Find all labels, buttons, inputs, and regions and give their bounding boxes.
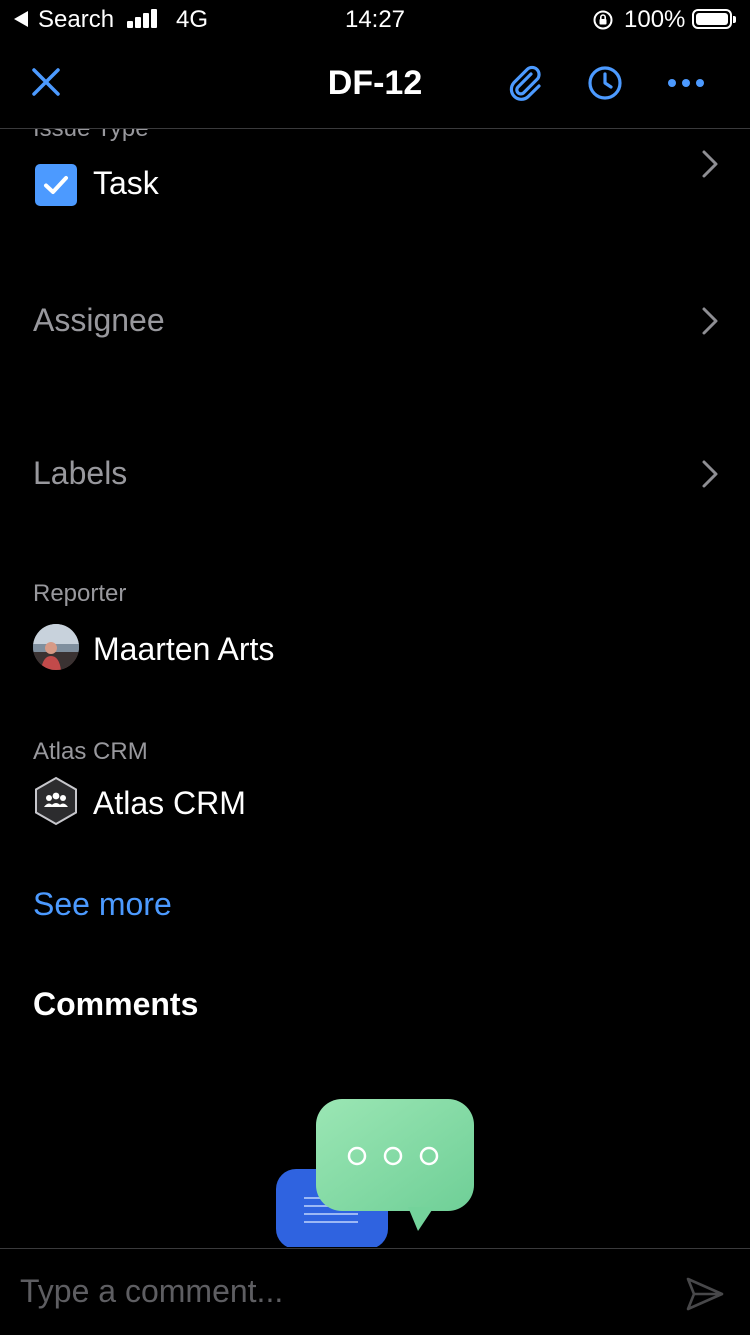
reporter-label: Reporter: [33, 580, 127, 607]
chevron-right-icon: [702, 150, 718, 178]
send-icon[interactable]: [684, 1273, 726, 1315]
battery-percentage: 100%: [624, 6, 686, 33]
issue-key-title: DF-12: [327, 64, 423, 102]
battery-icon: [692, 9, 736, 29]
project-hexagon-icon: [35, 776, 77, 826]
comments-heading: Comments: [33, 986, 199, 1022]
chevron-right-icon: [702, 460, 718, 488]
task-checkbox-icon: [35, 164, 77, 206]
paperclip-icon[interactable]: [504, 62, 546, 104]
chevron-right-icon: [702, 307, 718, 335]
project-name: Atlas CRM: [93, 785, 246, 821]
navigation-bar: DF-12: [0, 40, 750, 129]
labels-label: Labels: [33, 455, 128, 491]
status-bar: Search 4G 14:27 100%: [0, 0, 750, 40]
avatar: [33, 624, 79, 670]
issue-type-label: Issue Type: [33, 129, 149, 143]
comment-composer: [0, 1248, 750, 1335]
comment-input[interactable]: [20, 1263, 660, 1319]
rotation-lock-icon: [593, 10, 613, 30]
project-label: Atlas CRM: [33, 738, 148, 765]
clock-icon[interactable]: [584, 62, 626, 104]
reporter-name: Maarten Arts: [93, 631, 275, 667]
issue-details: Issue Type Task Assignee Labels Reporter: [0, 129, 750, 1247]
chat-bubbles-illustration: [276, 1099, 474, 1247]
more-icon[interactable]: [664, 62, 708, 104]
issue-type-value: Task: [93, 165, 159, 201]
assignee-label: Assignee: [33, 302, 165, 338]
see-more-link[interactable]: See more: [33, 886, 172, 923]
